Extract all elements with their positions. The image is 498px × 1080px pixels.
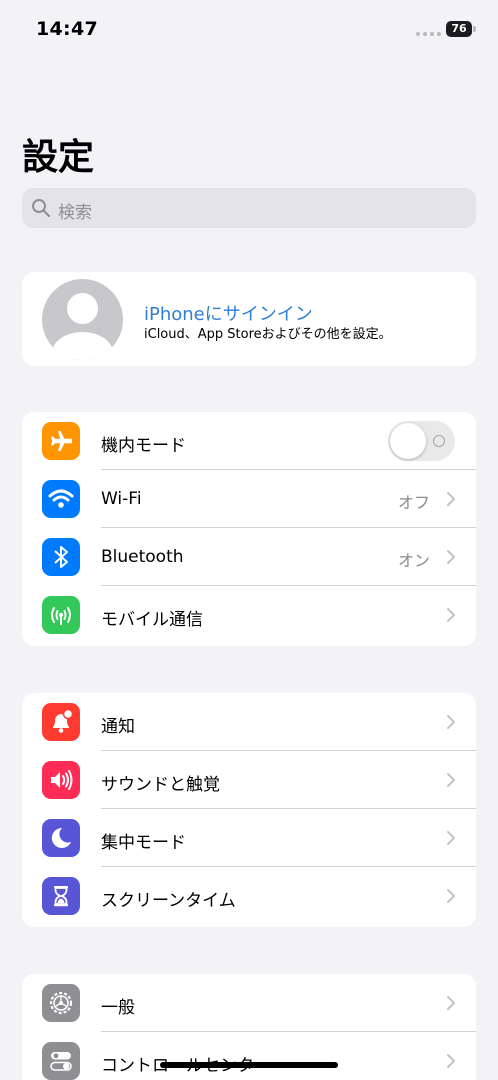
row-label: スクリーンタイム [101, 891, 236, 911]
notification-icon [42, 703, 80, 741]
connectivity-group: 機内モード Wi-Fi オフ Bluetooth オン モバイル通信 [22, 412, 476, 646]
row-label: 通知 [101, 717, 135, 737]
settings-row-focus[interactable]: 集中モード [22, 809, 476, 867]
sign-in-card[interactable]: iPhoneにサインイン iCloud、App Storeおよびその他を設定。 [22, 272, 476, 366]
row-label: Bluetooth [101, 547, 184, 567]
row-label: 集中モード [101, 833, 186, 853]
row-label: Wi-Fi [101, 489, 142, 509]
chevron-right-icon [447, 550, 455, 564]
settings-row-cellular[interactable]: モバイル通信 [22, 586, 476, 644]
bluetooth-icon [42, 538, 80, 576]
notifications-group: 通知 サウンドと触覚 集中モード スクリーンタイム [22, 693, 476, 927]
settings-row-wifi[interactable]: Wi-Fi オフ [22, 470, 476, 528]
speaker-icon [42, 761, 80, 799]
search-input[interactable]: 検索 [22, 188, 476, 228]
row-label: サウンドと触覚 [101, 775, 220, 795]
settings-row-bluetooth[interactable]: Bluetooth オン [22, 528, 476, 586]
avatar [42, 279, 123, 360]
page-title: 設定 [22, 137, 95, 178]
chevron-right-icon [447, 831, 455, 845]
hourglass-icon [42, 877, 80, 915]
toggle-off-indicator [433, 435, 445, 447]
row-value: オン [397, 551, 430, 570]
chevron-right-icon [447, 889, 455, 903]
settings-row-sounds[interactable]: サウンドと触覚 [22, 751, 476, 809]
wifi-icon [42, 480, 80, 518]
settings-row-airplane-mode[interactable]: 機内モード [22, 412, 476, 470]
airplane-icon [42, 422, 80, 460]
chevron-right-icon [447, 608, 455, 622]
gear-icon [42, 984, 80, 1022]
settings-row-screen-time[interactable]: スクリーンタイム [22, 867, 476, 925]
chevron-right-icon [447, 492, 455, 506]
airplane-mode-toggle[interactable] [388, 421, 455, 461]
search-icon [32, 199, 51, 218]
row-label: モバイル通信 [101, 610, 203, 630]
settings-row-notifications[interactable]: 通知 [22, 693, 476, 751]
status-bar: 14:47 76 [0, 0, 498, 60]
row-value: オフ [397, 493, 430, 512]
settings-row-general[interactable]: 一般 [22, 974, 476, 1032]
chevron-right-icon [447, 715, 455, 729]
sign-in-subtitle: iCloud、App Storeおよびその他を設定。 [144, 327, 392, 342]
chevron-right-icon [447, 1054, 455, 1068]
settings-row-control-center[interactable]: コントロールセンター [22, 1032, 476, 1080]
antenna-icon [42, 596, 80, 634]
chevron-right-icon [447, 996, 455, 1010]
toggle-knob [390, 423, 426, 459]
home-indicator[interactable] [160, 1062, 338, 1068]
search-placeholder: 検索 [58, 203, 92, 223]
chevron-right-icon [447, 773, 455, 787]
battery-tip [473, 26, 476, 32]
battery-icon: 76 [446, 21, 472, 37]
signal-icon [416, 32, 441, 36]
row-label: 機内モード [101, 436, 186, 456]
status-time: 14:47 [36, 18, 98, 40]
moon-icon [42, 819, 80, 857]
switches-icon [42, 1042, 80, 1080]
row-label: 一般 [101, 998, 135, 1018]
